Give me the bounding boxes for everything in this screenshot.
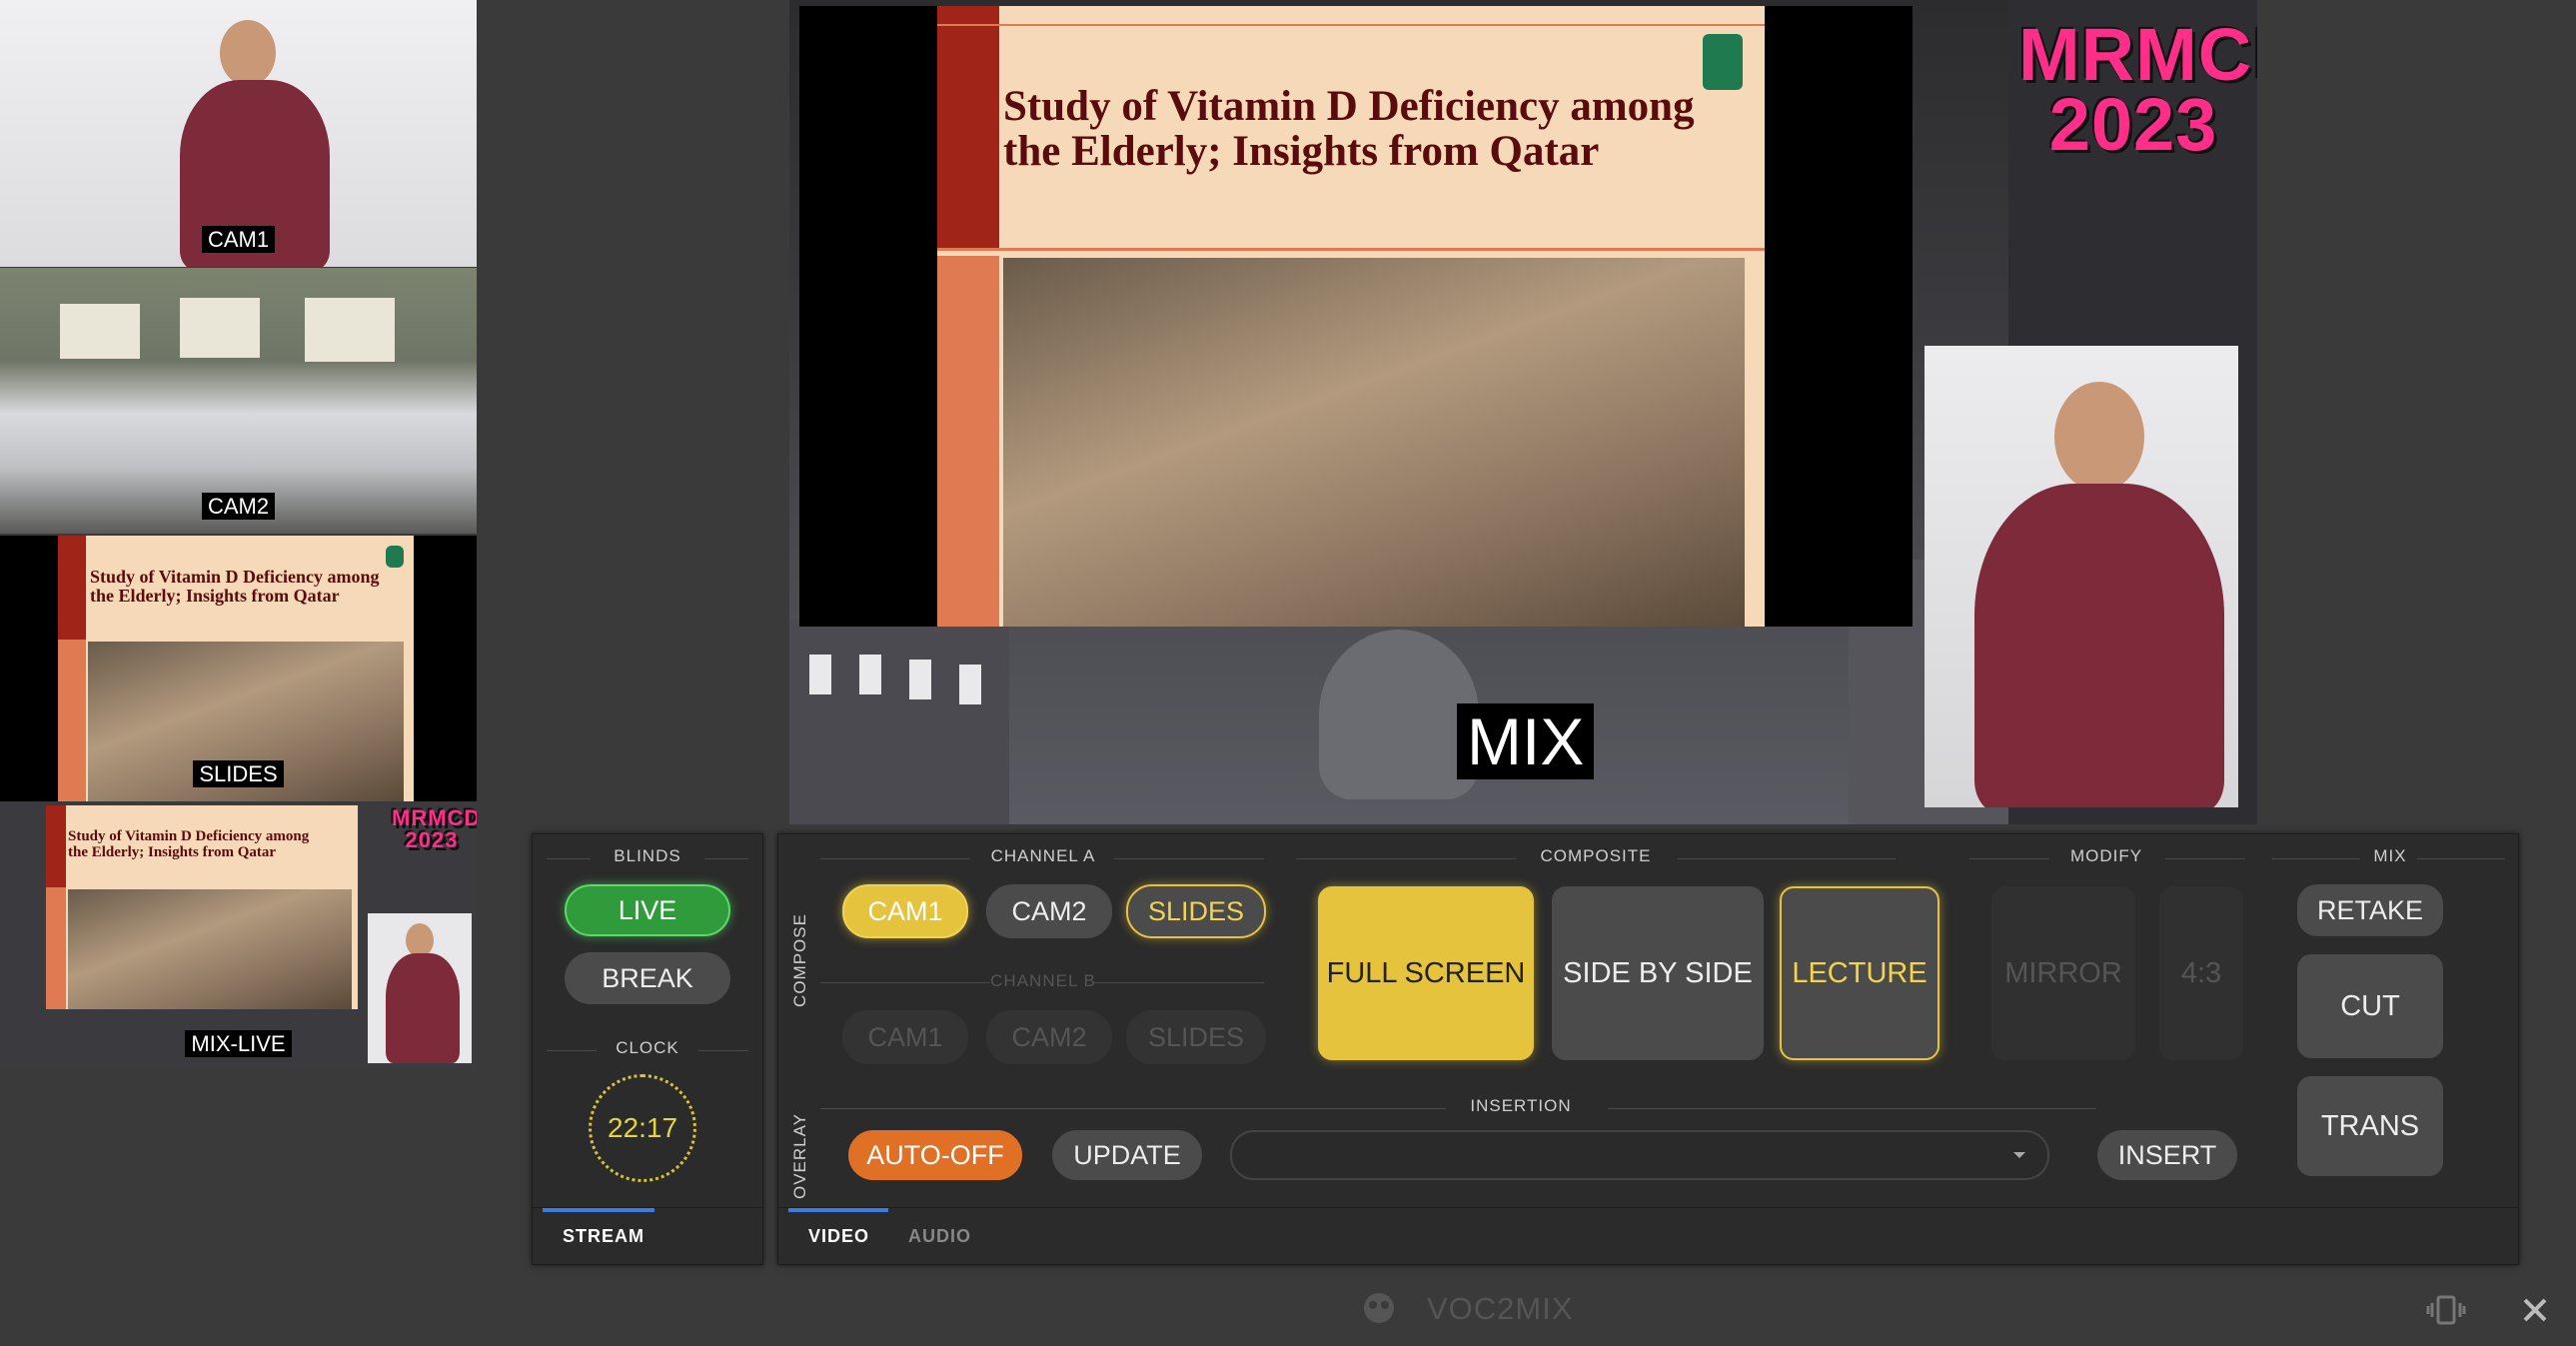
channel-b-cam1-button[interactable]: CAM1 — [842, 1010, 968, 1064]
mix-title: MIX — [2373, 846, 2407, 865]
screen-right — [305, 298, 395, 362]
preview-label: CAM2 — [201, 493, 276, 520]
preview-label: CAM1 — [201, 226, 276, 253]
slide-title: Study of Vitamin D Deficiency among the … — [68, 828, 310, 860]
blinds-panel: BLINDS LIVE BREAK CLOCK 22:17 STREAM — [532, 833, 763, 1265]
preview-mix-live[interactable]: Study of Vitamin D Deficiency among the … — [0, 803, 477, 1069]
slide-thumbnail: Study of Vitamin D Deficiency among the … — [46, 805, 358, 1009]
event-logo: MRMCD 2023 — [392, 805, 477, 852]
tab-audio[interactable]: AUDIO — [908, 1226, 971, 1247]
preview-label: SLIDES — [193, 760, 284, 787]
clock-title: CLOCK — [616, 1038, 679, 1057]
tab-stream[interactable]: STREAM — [563, 1226, 644, 1247]
mix-preview: Study of Vitamin D Deficiency among the … — [789, 0, 2257, 824]
control-panel: COMPOSE OVERLAY CHANNEL A COMPOSITE MODI… — [777, 833, 2519, 1265]
break-button[interactable]: BREAK — [565, 952, 730, 1004]
insert-button[interactable]: INSERT — [2097, 1130, 2237, 1180]
hands-photo — [1003, 258, 1745, 627]
clock-time: 22:17 — [607, 1112, 678, 1143]
vibrate-icon[interactable] — [2426, 1293, 2466, 1327]
channel-b-slides-button[interactable]: SLIDES — [1126, 1010, 1266, 1064]
channel-a-title: CHANNEL A — [990, 846, 1096, 865]
aspect-4-3-button[interactable]: 4:3 — [2159, 886, 2243, 1060]
composite-lecture-button[interactable]: LECTURE — [1780, 886, 1939, 1060]
modify-title: MODIFY — [2069, 846, 2143, 865]
mirror-button[interactable]: MIRROR — [1991, 886, 2135, 1060]
slide-title: Study of Vitamin D Deficiency among the … — [1003, 83, 1695, 176]
blinds-title: BLINDS — [614, 846, 681, 865]
dropdown-arrow-icon — [2013, 1152, 2025, 1158]
preview-cam2[interactable]: CAM2 — [0, 268, 477, 534]
speaker-video — [1925, 346, 2238, 807]
preview-label: MIX-LIVE — [185, 1030, 292, 1057]
retake-button[interactable]: RETAKE — [2297, 884, 2443, 936]
compose-label: COMPOSE — [790, 913, 809, 1007]
trans-button[interactable]: TRANS — [2297, 1076, 2443, 1176]
tab-indicator — [788, 1208, 888, 1212]
insertion-select[interactable] — [1230, 1130, 2049, 1180]
channel-b-title: CHANNEL B — [990, 971, 1096, 990]
building-left — [789, 620, 1009, 824]
channel-b-cam2-button[interactable]: CAM2 — [986, 1010, 1112, 1064]
tab-video[interactable]: VIDEO — [808, 1226, 869, 1247]
tab-indicator — [543, 1208, 654, 1212]
clock-dial: 22:17 — [589, 1074, 696, 1182]
update-button[interactable]: UPDATE — [1052, 1130, 1202, 1180]
app-title: VOC2MIX — [1427, 1291, 1574, 1326]
live-button[interactable]: LIVE — [565, 884, 730, 936]
composite-title: COMPOSITE — [1540, 846, 1652, 865]
insertion-title: INSERTION — [1470, 1096, 1572, 1115]
mix-label: MIX — [1457, 703, 1595, 779]
overlay-label: OVERLAY — [790, 1112, 809, 1200]
channel-a-cam1-button[interactable]: CAM1 — [842, 884, 968, 938]
slide-title: Study of Vitamin D Deficiency among the … — [90, 567, 380, 606]
speaker-head — [220, 20, 276, 86]
composite-full-screen-button[interactable]: FULL SCREEN — [1318, 886, 1534, 1060]
character — [1319, 630, 1479, 799]
screen-left — [60, 304, 140, 359]
voc-logo-icon — [1364, 1293, 1394, 1323]
slide-main: Study of Vitamin D Deficiency among the … — [937, 6, 1765, 627]
channel-a-cam2-button[interactable]: CAM2 — [986, 884, 1112, 938]
preview-cam1[interactable]: CAM1 — [0, 0, 477, 267]
preview-slides[interactable]: Study of Vitamin D Deficiency among the … — [0, 536, 477, 801]
channel-a-slides-button[interactable]: SLIDES — [1126, 884, 1266, 938]
event-logo: MRMCD 2023 — [2018, 13, 2257, 167]
auto-off-button[interactable]: AUTO-OFF — [848, 1130, 1022, 1180]
composite-side-by-side-button[interactable]: SIDE BY SIDE — [1552, 886, 1764, 1060]
logo-icon — [386, 546, 404, 568]
logo-icon — [1703, 34, 1743, 90]
cut-button[interactable]: CUT — [2297, 954, 2443, 1058]
close-icon[interactable] — [2522, 1297, 2548, 1323]
screen-center — [180, 298, 260, 358]
